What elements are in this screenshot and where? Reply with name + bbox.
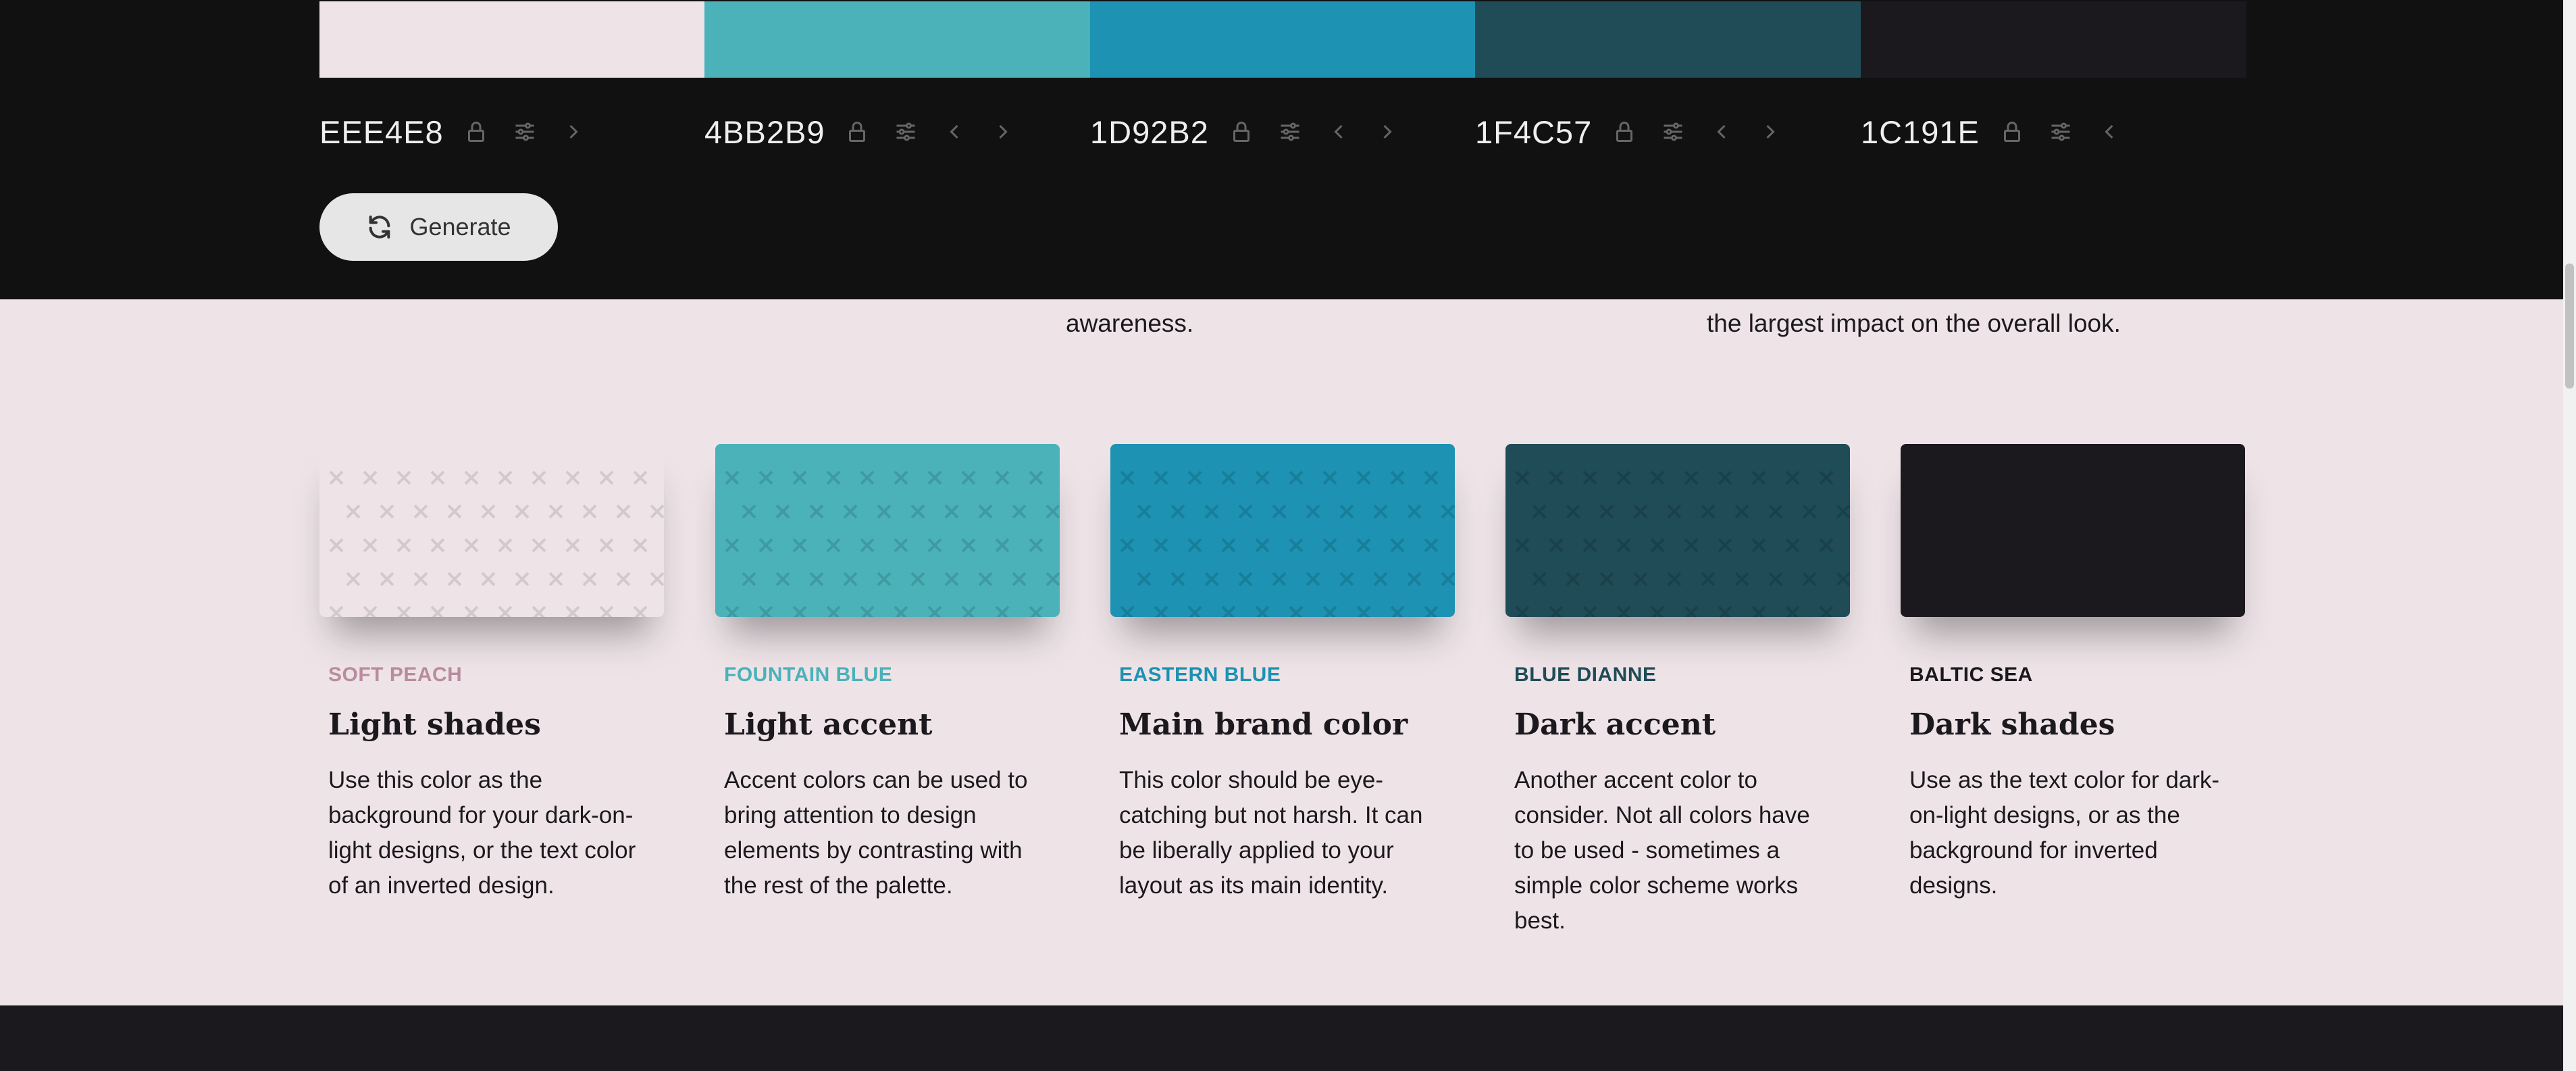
color-card-light-shades: SOFT PEACH Light shades Use this color a… <box>319 444 664 903</box>
color-name: SOFT PEACH <box>328 664 463 686</box>
generate-label: Generate <box>409 213 511 241</box>
sliders-icon[interactable] <box>894 120 918 144</box>
color-description: Accent colors can be used to bring atten… <box>724 767 1028 899</box>
color-swatch[interactable] <box>715 444 1060 617</box>
sliders-icon[interactable] <box>513 120 537 144</box>
hex-code[interactable]: 1F4C57 <box>1475 114 1592 151</box>
color-swatch[interactable] <box>1110 444 1455 617</box>
hex-code[interactable]: 1D92B2 <box>1090 114 1209 151</box>
palette-strip-1[interactable] <box>704 1 1090 78</box>
footer-band <box>0 1005 2563 1071</box>
chevron-left-icon[interactable] <box>1709 120 1734 144</box>
color-description: Another accent color to consider. Not al… <box>1514 767 1810 934</box>
lock-icon[interactable] <box>1612 120 1637 144</box>
refresh-icon <box>369 216 390 239</box>
color-role-title: Light accent <box>724 707 933 742</box>
color-swatch[interactable] <box>1505 444 1850 617</box>
hex-row-0: EEE4E8 <box>319 108 610 155</box>
palette-strip-0[interactable] <box>319 1 705 78</box>
color-card-dark-shades: BALTIC SEA Dark shades Use as the text c… <box>1901 444 2245 903</box>
swatch-pattern <box>1120 470 1455 617</box>
hex-row-1: 4BB2B9 <box>704 108 1039 155</box>
hex-row-3: 1F4C57 <box>1475 108 1807 155</box>
peek-text-awareness: awareness. <box>1066 309 1194 337</box>
color-description: Use this color as the background for you… <box>328 767 636 899</box>
color-name: BLUE DIANNE <box>1514 664 1657 686</box>
swatch-pattern <box>1515 470 1850 617</box>
palette-strip-3[interactable] <box>1475 1 1861 78</box>
sliders-icon[interactable] <box>2049 120 2073 144</box>
swatch-pattern <box>329 470 664 617</box>
chevron-right-icon[interactable] <box>1758 120 1782 144</box>
sliders-icon[interactable] <box>1661 120 1685 144</box>
lock-icon[interactable] <box>2000 120 2024 144</box>
palette-strip-4[interactable] <box>1861 1 2246 78</box>
swatch-pattern <box>725 470 1060 617</box>
scrollbar[interactable] <box>2563 0 2576 1071</box>
color-swatch[interactable] <box>319 444 664 617</box>
swatch-pattern <box>1910 470 2245 617</box>
chevron-right-icon[interactable] <box>991 120 1015 144</box>
hex-row-2: 1D92B2 <box>1090 108 1424 155</box>
color-role-title: Light shades <box>328 707 541 742</box>
chevron-right-icon[interactable] <box>1375 120 1399 144</box>
lock-icon[interactable] <box>464 120 488 144</box>
color-name: EASTERN BLUE <box>1119 664 1281 686</box>
chevron-left-icon[interactable] <box>1326 120 1351 144</box>
hex-code[interactable]: EEE4E8 <box>319 114 444 151</box>
scrollbar-thumb[interactable] <box>2565 264 2574 389</box>
palette-header: EEE4E8 4BB2B9 1D92B2 1F4C57 1C191E Gener… <box>0 0 2563 299</box>
color-name: BALTIC SEA <box>1909 664 2033 686</box>
peek-text-impact: the largest impact on the overall look. <box>1707 309 2121 337</box>
color-card-light-accent: FOUNTAIN BLUE Light accent Accent colors… <box>715 444 1060 903</box>
color-card-main-brand: EASTERN BLUE Main brand color This color… <box>1110 444 1455 903</box>
chevron-left-icon[interactable] <box>2097 120 2121 144</box>
color-role-title: Dark shades <box>1909 707 2115 742</box>
color-card-dark-accent: BLUE DIANNE Dark accent Another accent c… <box>1505 444 1850 939</box>
color-role-title: Main brand color <box>1119 707 1408 742</box>
chevron-left-icon[interactable] <box>942 120 967 144</box>
color-description: Use as the text color for dark-on-light … <box>1909 767 2220 899</box>
hex-code[interactable]: 4BB2B9 <box>704 114 825 151</box>
hex-row-4: 1C191E <box>1861 108 2146 155</box>
color-swatch[interactable] <box>1901 444 2245 617</box>
hex-code[interactable]: 1C191E <box>1861 114 1980 151</box>
color-name: FOUNTAIN BLUE <box>724 664 893 686</box>
color-description: This color should be eye-catching but no… <box>1119 767 1423 899</box>
lock-icon[interactable] <box>845 120 869 144</box>
generate-button[interactable]: Generate <box>319 193 558 261</box>
color-role-title: Dark accent <box>1514 707 1716 742</box>
sliders-icon[interactable] <box>1278 120 1302 144</box>
lock-icon[interactable] <box>1229 120 1254 144</box>
chevron-right-icon[interactable] <box>561 120 586 144</box>
palette-strip-2[interactable] <box>1090 1 1476 78</box>
